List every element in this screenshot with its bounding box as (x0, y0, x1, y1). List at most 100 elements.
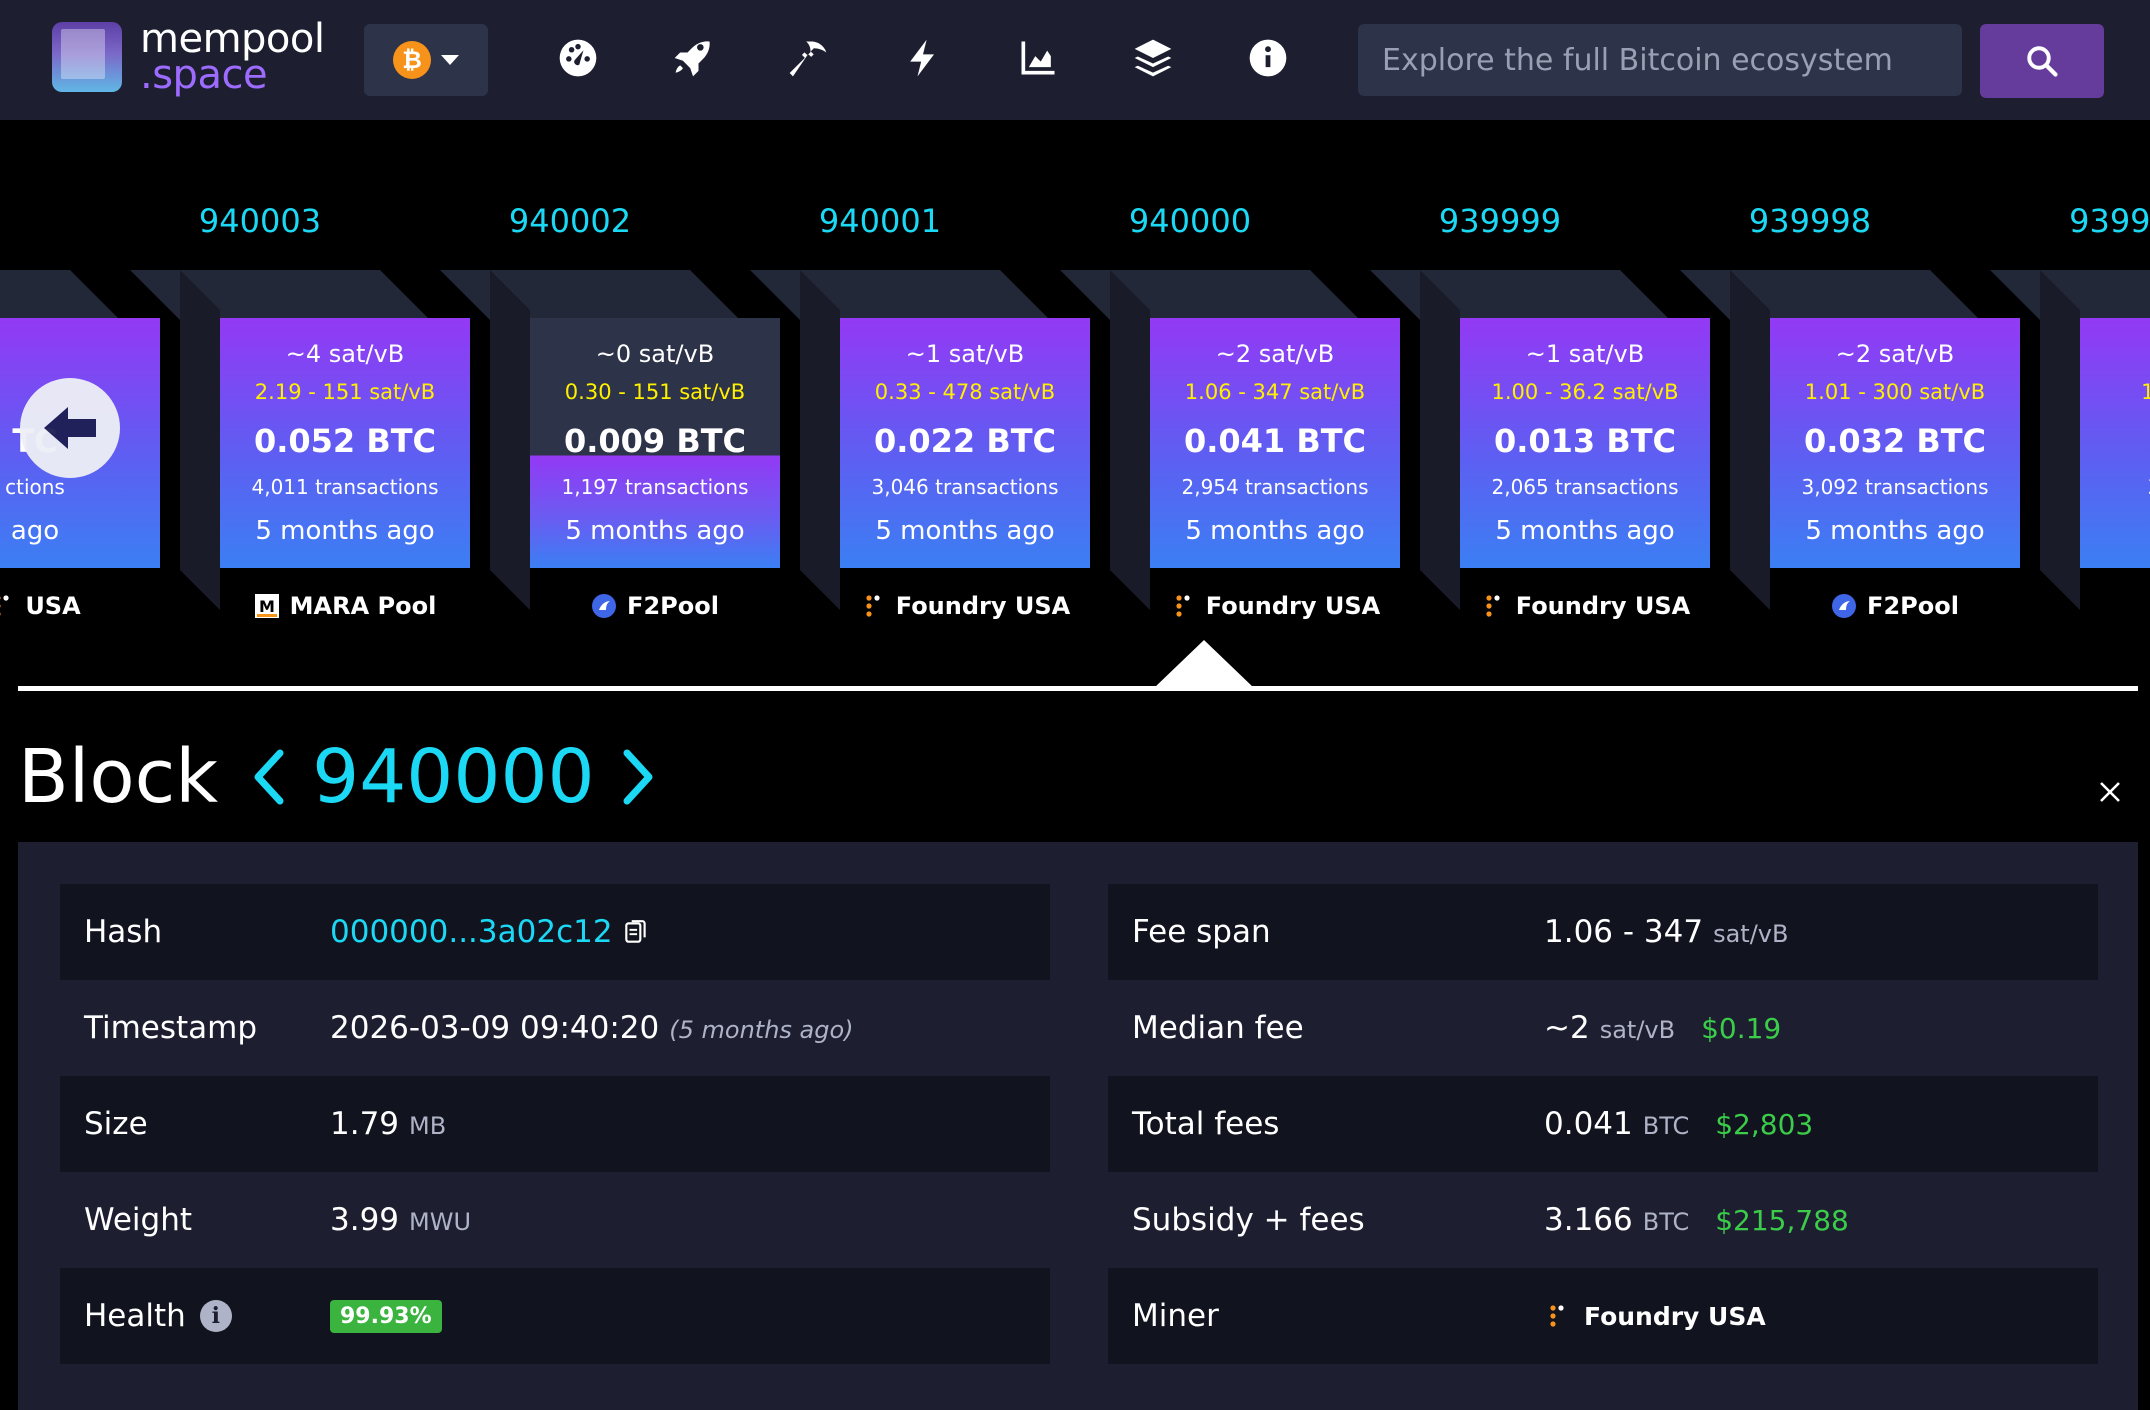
block-total-fees: 0.036 (2080, 422, 2150, 460)
size-unit: MB (409, 1112, 447, 1140)
total-fees-value: 0.041 (1544, 1106, 1633, 1142)
block-cube-top (1680, 270, 1980, 320)
median-fee-value: ~2 (1544, 1010, 1590, 1046)
lightning-icon[interactable] (895, 30, 951, 86)
detail-row-total-fees: Total fees 0.041 BTC $2,803 (1108, 1076, 2098, 1172)
block-height-link[interactable]: 940001 (730, 202, 1030, 240)
rocket-icon[interactable] (665, 30, 721, 86)
total-fees-unit: BTC (1642, 1112, 1690, 1140)
logo-text-space: .space (140, 52, 268, 98)
block-height-link[interactable]: 939998 (1660, 202, 1960, 240)
block-title-word: Block (18, 734, 219, 820)
dashboard-icon[interactable] (550, 30, 606, 86)
search-button[interactable] (1980, 24, 2104, 98)
block-cube-top (1370, 270, 1670, 320)
pool-name: F2Pool (627, 592, 719, 620)
pool-name: F2Pool (1867, 592, 1959, 620)
mara-pool-icon: M (254, 594, 279, 618)
previous-block-button[interactable] (238, 737, 298, 817)
timestamp-relative: (5 months ago) (669, 1016, 854, 1044)
detail-label: Subsidy + fees (1132, 1202, 1365, 1238)
chevron-right-icon (623, 749, 653, 805)
detail-label: Median fee (1132, 1010, 1304, 1046)
foundry-pool-icon (1550, 1305, 1564, 1327)
block-height-link[interactable]: 940003 (110, 202, 410, 240)
block-cube-top (0, 270, 120, 320)
mined-block[interactable]: 939998 ~2 sat/vB 1.01 - 300 sat/vB 0.032 BT… (1660, 120, 2020, 680)
mempool-logo[interactable]: mempool .space (52, 16, 352, 100)
block-details-right: Fee span 1.06 - 347 sat/vB Median fee ~2… (1108, 884, 2098, 1364)
block-median-fee: ~2 sat (2080, 340, 2150, 368)
detail-label-health: Health i (60, 1298, 330, 1334)
block-cube-top (1060, 270, 1360, 320)
info-icon[interactable] (1240, 30, 1296, 86)
caret-down-icon (441, 55, 459, 65)
copy-icon[interactable] (623, 918, 649, 946)
layers-icon[interactable] (1125, 30, 1181, 86)
miner-link[interactable]: Foundry USA (1544, 1302, 1766, 1331)
block-hash-link[interactable]: 000000...3a02c12 (330, 914, 613, 950)
block-pool-link[interactable]: Found (2080, 592, 2150, 620)
detail-label: Miner (1132, 1298, 1219, 1334)
mined-block[interactable]: 940003 ~4 sat/vB 2.19 - 151 sat/vB 0.052 BT… (110, 120, 470, 680)
detail-row-subsidy-fees: Subsidy + fees 3.166 BTC $215,788 (1108, 1172, 2098, 1268)
search-icon (2027, 46, 2058, 77)
block-height-link[interactable]: 940002 (420, 202, 720, 240)
detail-label: Timestamp (84, 1010, 258, 1046)
block-details-panel: Hash 000000...3a02c12 Timestamp 2026-03-… (18, 842, 2138, 1410)
detail-row-fee-span: Fee span 1.06 - 347 sat/vB (1108, 884, 2098, 980)
fee-span-unit: sat/vB (1713, 920, 1789, 948)
mined-block[interactable]: 939999 ~1 sat/vB 1.00 - 36.2 sat/vB 0.013 B… (1350, 120, 1710, 680)
block-height: 940000 (312, 734, 595, 820)
block-cube-face[interactable]: ~2 sat 1.07 - 1,000 0.036 3,472 trans 5 mont… (2080, 318, 2150, 568)
info-icon[interactable]: i (199, 1300, 232, 1332)
detail-row-median-fee: Median fee ~2 sat/vB $0.19 (1108, 980, 2098, 1076)
selected-block-pointer (1154, 640, 1254, 688)
blockchain-divider (18, 686, 2138, 691)
mined-block[interactable]: 93999 ~2 sat 1.07 - 1,000 0.036 3,472 trans 5… (1970, 120, 2150, 680)
close-block-button[interactable] (2090, 772, 2130, 812)
blockchain-strip: TCctionsagoUSA940003~4 sat/vB2.19 - 151 … (0, 120, 2150, 690)
arrow-left-icon (44, 407, 96, 449)
detail-label: Health (84, 1298, 186, 1334)
bitcoin-coin-icon: ₿ (393, 41, 431, 79)
block-cube-side (800, 270, 840, 610)
health-badge: 99.93% (330, 1299, 442, 1333)
block-cube-top (130, 270, 430, 320)
pickaxe-icon[interactable] (780, 30, 836, 86)
total-fees-usd: $2,803 (1715, 1108, 1814, 1141)
search-input[interactable] (1358, 24, 1962, 96)
block-time-ago: 5 month (2080, 516, 2150, 546)
f2pool-icon (1832, 594, 1857, 618)
block-cube-top (440, 270, 740, 320)
block-cube-side (490, 270, 530, 610)
top-navbar: mempool .space ₿ (0, 0, 2150, 120)
block-height-link[interactable]: 940000 (1040, 202, 1340, 240)
close-icon (2100, 782, 2120, 802)
mined-block[interactable]: 940001 ~1 sat/vB 0.33 - 478 sat/vB 0.022 BT… (730, 120, 1090, 680)
subsidy-fees-value: 3.166 (1544, 1202, 1633, 1238)
block-height-link[interactable]: 93999 (1970, 202, 2150, 240)
size-value: 1.79 (330, 1106, 400, 1142)
foundry-pool-icon (1176, 595, 1190, 617)
mined-block[interactable]: 940002 ~0 sat/vB 0.30 - 151 sat/vB 0.009 BT… (420, 120, 780, 680)
detail-row-hash: Hash 000000...3a02c12 (60, 884, 1050, 980)
next-block-button[interactable] (609, 737, 669, 817)
f2pool-icon (592, 594, 617, 618)
miner-name: Foundry USA (1584, 1301, 1766, 1331)
block-cube-side (1420, 270, 1460, 610)
median-fee-unit: sat/vB (1599, 1016, 1676, 1044)
detail-label: Weight (84, 1202, 193, 1238)
network-selector-button[interactable]: ₿ (364, 24, 488, 96)
detail-label: Hash (84, 914, 163, 950)
graph-icon[interactable] (1010, 30, 1066, 86)
svg-text:M: M (259, 597, 275, 616)
detail-label: Size (84, 1106, 148, 1142)
scroll-back-button[interactable] (20, 378, 120, 478)
mined-block[interactable]: 940000 ~2 sat/vB 1.06 - 347 sat/vB 0.041 BT… (1040, 120, 1400, 680)
block-cube-top (750, 270, 1050, 320)
foundry-pool-icon (866, 595, 880, 617)
detail-row-size: Size 1.79 MB (60, 1076, 1050, 1172)
block-cube-side (1730, 270, 1770, 610)
block-height-link[interactable]: 939999 (1350, 202, 1650, 240)
